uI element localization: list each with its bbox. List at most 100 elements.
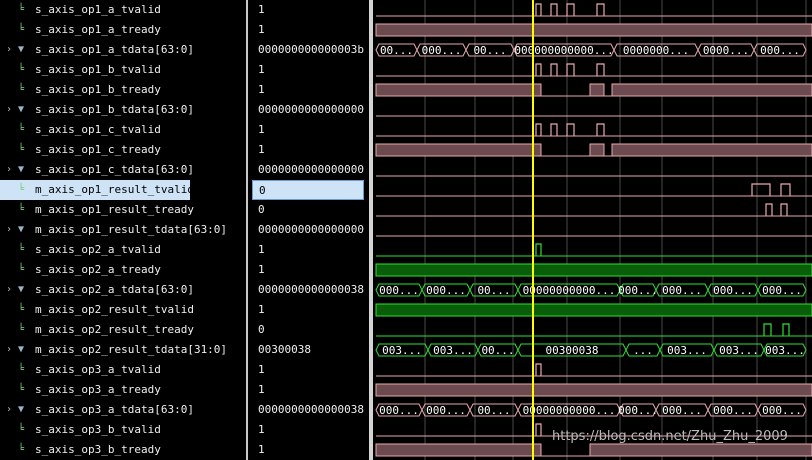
signal-row[interactable]: ╘ s_axis_op1_a_tready [0, 20, 190, 40]
signal-value: 1 [258, 443, 265, 456]
watermark: https://blog.csdn.net/Zhu_Zhu_2009 [552, 429, 788, 444]
waveform-pulse [780, 203, 788, 216]
expand-chevron-icon[interactable]: › [6, 220, 12, 240]
expand-chevron-icon[interactable]: › [6, 340, 12, 360]
signal-row[interactable]: › ▼ s_axis_op3_a_tdata[63:0] [0, 400, 194, 420]
expand-chevron-icon[interactable]: › [6, 280, 12, 300]
signal-value-row[interactable]: 0000000000000038 [252, 280, 364, 300]
signal-value-row[interactable]: 0000000000000000 [252, 100, 364, 120]
bus-segment-label: 000... [426, 404, 466, 417]
signal-value-row[interactable]: 1 [252, 360, 364, 380]
signal-name: s_axis_op3_a_tdata[63:0] [35, 403, 194, 416]
signal-row[interactable]: ╘ s_axis_op3_b_tvalid [0, 420, 190, 440]
signal-value-row[interactable]: 0 [252, 200, 364, 220]
signal-row[interactable]: › ▼ s_axis_op1_b_tdata[63:0] [0, 100, 194, 120]
bus-segment-label: 00000000000... [523, 404, 616, 417]
signal-row[interactable]: ╘ m_axis_op1_result_tvalid [0, 180, 194, 200]
signal-row[interactable]: ╘ s_axis_op1_c_tvalid [0, 120, 190, 140]
signal-value: 0000000000000000 [258, 163, 364, 176]
signal-name: m_axis_op2_result_tvalid [35, 303, 194, 316]
expand-chevron-icon[interactable]: › [6, 100, 12, 120]
signal-value: 1 [258, 363, 265, 376]
bus-segment-label: 00300038 [546, 344, 599, 357]
signal-value-row[interactable]: 1 [252, 60, 364, 80]
bit-signal-icon: ╘ [18, 124, 25, 135]
signal-value-row[interactable]: 1 [252, 440, 364, 460]
waveform-canvas[interactable]: 00... 000... 00... 000000000000... 0000000..… [373, 0, 812, 460]
signal-row[interactable]: › ▼ m_axis_op2_result_tdata[31:0] [0, 340, 227, 360]
signal-value-row[interactable]: 1 [252, 420, 364, 440]
signal-value-row[interactable]: 0000000000000000 [252, 160, 364, 180]
signal-value-row[interactable]: 1 [252, 140, 364, 160]
signal-value-row[interactable]: 1 [252, 120, 364, 140]
signal-name-panel: ╘ s_axis_op1_a_tvalid ╘ s_axis_op1_a_tready… [0, 0, 246, 460]
signal-value-row[interactable]: 00300038 [252, 340, 364, 360]
bit-signal-icon: ╘ [18, 204, 25, 215]
waveform-pulse [550, 63, 558, 76]
signal-value: 1 [258, 303, 265, 316]
signal-row[interactable]: ╘ s_axis_op2_a_tvalid [0, 240, 190, 260]
signal-value-row[interactable]: 1 [252, 20, 364, 40]
bus-segment-label: 00... [481, 344, 514, 357]
bus-segment-label: 000... [618, 404, 658, 417]
signal-value: 1 [258, 23, 265, 36]
bit-signal-icon: ╘ [18, 364, 25, 375]
bus-segment-label: 00000000000... [523, 284, 616, 297]
bus-segment-label: 000... [760, 44, 800, 57]
bus-segment-label: 000... [379, 404, 419, 417]
signal-value: 1 [258, 3, 265, 16]
signal-row[interactable]: › ▼ m_axis_op1_result_tdata[63:0] [0, 220, 227, 240]
signal-value-row[interactable]: 1 [252, 80, 364, 100]
signal-row[interactable]: ╘ s_axis_op1_b_tvalid [0, 60, 190, 80]
signal-row[interactable]: ╘ s_axis_op3_a_tvalid [0, 360, 190, 380]
signal-row[interactable]: ╘ s_axis_op2_a_tready [0, 260, 190, 280]
signal-row[interactable]: ╘ s_axis_op3_a_tready [0, 380, 190, 400]
signal-row[interactable]: › ▼ s_axis_op2_a_tdata[63:0] [0, 280, 194, 300]
signal-value-row[interactable]: 1 [252, 380, 364, 400]
signal-value-row[interactable]: 1 [252, 300, 364, 320]
bus-segment-label: 00... [477, 284, 510, 297]
signal-name: s_axis_op1_c_tvalid [35, 123, 161, 136]
signal-name: s_axis_op1_a_tready [35, 23, 161, 36]
bus-segment-label: 00... [477, 404, 510, 417]
signal-row[interactable]: ╘ s_axis_op1_a_tvalid [0, 0, 190, 20]
signal-value-row[interactable]: 1 [252, 0, 364, 20]
signal-name: s_axis_op3_a_tvalid [35, 363, 161, 376]
expand-chevron-icon[interactable]: › [6, 40, 12, 60]
bus-signal-icon: ▼ [18, 404, 25, 415]
waveform-high-segment [375, 23, 812, 37]
signal-value-row[interactable]: 000000000000003b [252, 40, 364, 60]
waveform-pulse [535, 123, 542, 136]
bus-segment-label: 003... [382, 344, 422, 357]
waveform-high-segment [375, 143, 542, 157]
bus-segment-label: 000... [662, 404, 702, 417]
bit-signal-icon: ╘ [18, 384, 25, 395]
signal-value-row[interactable]: 0000000000000038 [252, 400, 364, 420]
signal-value-row[interactable]: 0000000000000000 [252, 220, 364, 240]
signal-value: 0 [258, 323, 265, 336]
bus-segment-label: 000... [713, 404, 753, 417]
expand-chevron-icon[interactable]: › [6, 160, 12, 180]
signal-row[interactable]: ╘ m_axis_op2_result_tready [0, 320, 194, 340]
signal-row[interactable]: › ▼ s_axis_op1_c_tdata[63:0] [0, 160, 194, 180]
signal-value-row[interactable]: 0 [252, 320, 364, 340]
waveform-pulse [596, 123, 605, 136]
expand-chevron-icon[interactable]: › [6, 400, 12, 420]
signal-value: 0 [258, 203, 265, 216]
signal-row[interactable]: ╘ s_axis_op3_b_tready [0, 440, 190, 460]
signal-row[interactable]: › ▼ s_axis_op1_a_tdata[63:0] [0, 40, 194, 60]
waveform-high-segment [375, 303, 812, 317]
signal-row[interactable]: ╘ s_axis_op1_c_tready [0, 140, 190, 160]
signal-row[interactable]: ╘ s_axis_op1_b_tready [0, 80, 190, 100]
signal-value: 0000000000000000 [258, 103, 364, 116]
signal-value-row[interactable]: 1 [252, 240, 364, 260]
signal-row[interactable]: ╘ m_axis_op2_result_tvalid [0, 300, 194, 320]
bus-signal-icon: ▼ [18, 164, 25, 175]
signal-value-row[interactable]: 0 [252, 180, 364, 200]
signal-row[interactable]: ╘ m_axis_op1_result_tready [0, 200, 194, 220]
signal-name: s_axis_op1_a_tdata[63:0] [35, 43, 194, 56]
bus-segment-label: 0000000... [623, 44, 689, 57]
signal-name: s_axis_op1_b_tvalid [35, 63, 161, 76]
bus-segment-label: 000... [426, 284, 466, 297]
signal-value-row[interactable]: 1 [252, 260, 364, 280]
